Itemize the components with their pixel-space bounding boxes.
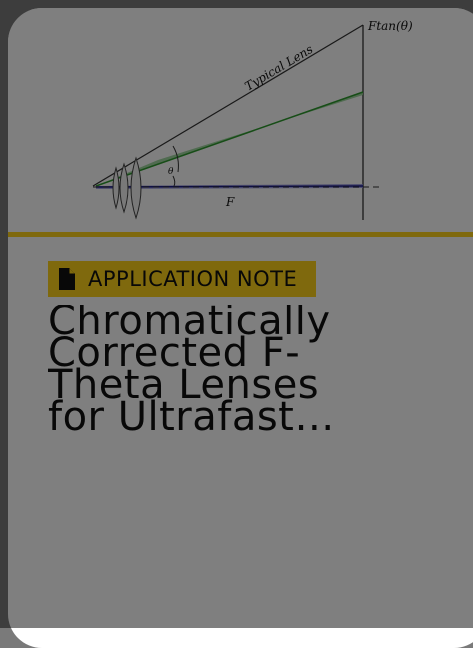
ftan-label: Ftan(θ) [367,19,413,33]
lens-element-3 [130,156,142,220]
typical-lens-label: Typical Lens [242,42,315,94]
article-title[interactable]: Chromatically Corrected F-Theta Lenses f… [48,305,378,431]
accent-divider [8,232,473,237]
f-label: F [225,195,235,209]
f-theta-diagram: Ftan(θ) Typical Lens θ F [8,8,473,234]
badge-label: APPLICATION NOTE [88,267,298,291]
document-icon [58,267,76,291]
category-badge: APPLICATION NOTE [48,261,316,297]
lens-element-2 [119,162,129,214]
article-card[interactable]: Ftan(θ) Typical Lens θ F APPLICATION NOT… [8,8,473,648]
theta-label: θ [168,167,174,177]
